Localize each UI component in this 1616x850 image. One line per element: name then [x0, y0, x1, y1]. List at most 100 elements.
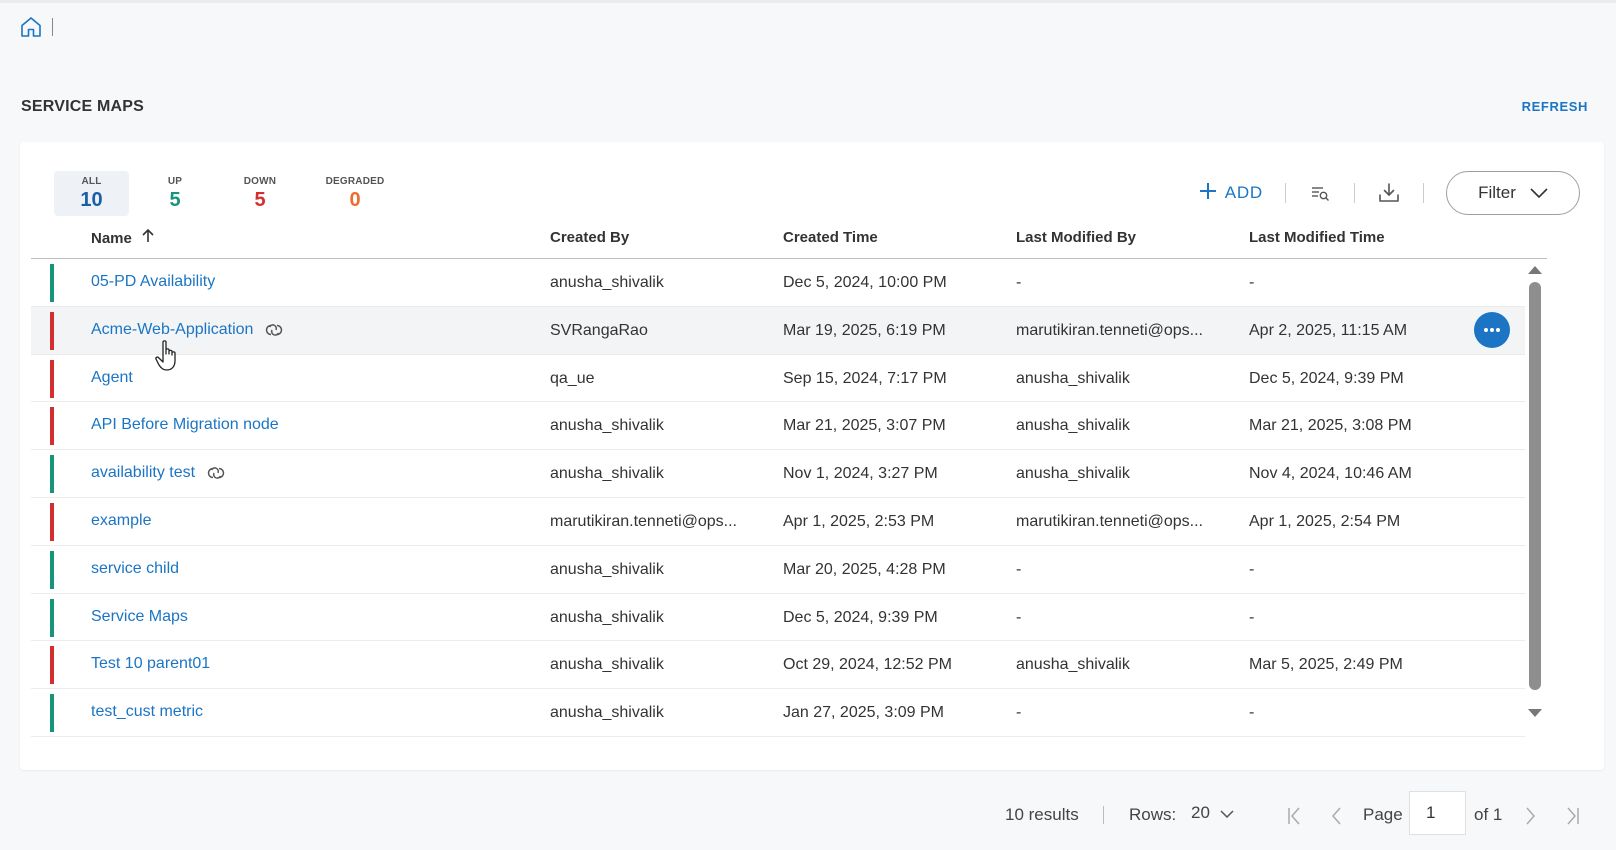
stat-down-count: 5	[254, 189, 266, 211]
last-modified-by-cell: marutikiran.tenneti@ops...	[1016, 512, 1203, 530]
last-modified-time-cell: Mar 5, 2025, 2:49 PM	[1249, 656, 1403, 674]
table-body: 05-PD Availability anusha_shivalik Dec 5, …	[31, 259, 1525, 737]
last-modified-by-cell: anusha_shivalik	[1016, 656, 1130, 674]
stat-degraded[interactable]: DEGRADED 0	[320, 171, 390, 216]
table-row[interactable]: Acme-Web-Application SVRangaRao Mar 19, 20…	[31, 306, 1525, 355]
service-map-name: Acme-Web-Application	[91, 320, 254, 338]
created-time-cell: Jan 27, 2025, 3:09 PM	[783, 704, 944, 722]
scroll-up-arrow[interactable]	[1528, 266, 1542, 274]
filter-button[interactable]: Filter	[1446, 171, 1580, 215]
last-modified-time-cell: -	[1249, 274, 1255, 291]
previous-page-icon[interactable]	[1327, 806, 1347, 826]
last-modified-by-cell: anusha_shivalik	[1016, 369, 1130, 387]
created-by-cell: anusha_shivalik	[550, 465, 664, 483]
table-row[interactable]: service child anusha_shivalik Mar 20, 2025…	[31, 546, 1525, 594]
page-label: Page	[1363, 805, 1403, 824]
table-row[interactable]: Agent qa_ue Sep 15, 2024, 7:17 PM anusha_sh…	[31, 355, 1525, 403]
toolbar-divider	[1285, 183, 1286, 203]
service-map-name-link[interactable]: test_cust metric	[91, 703, 203, 721]
service-map-name-link[interactable]: 05-PD Availability	[91, 273, 215, 291]
created-time-cell: Oct 29, 2024, 12:52 PM	[783, 656, 952, 674]
stat-down[interactable]: DOWN 5	[235, 171, 285, 216]
table-row[interactable]: Service Maps anusha_shivalik Dec 5, 2024, …	[31, 594, 1525, 642]
page-total-label: of 1	[1474, 805, 1503, 824]
stat-degraded-label: DEGRADED	[325, 176, 385, 187]
created-time-cell: Sep 15, 2024, 7:17 PM	[783, 369, 947, 387]
sort-ascending-icon	[142, 228, 154, 247]
add-label: ADD	[1224, 183, 1263, 202]
table-row[interactable]: test_cust metric anusha_shivalik Jan 27, 2…	[31, 689, 1525, 737]
toolbar-divider	[1354, 183, 1355, 203]
column-header-created-by[interactable]: Created By	[550, 229, 629, 246]
status-indicator-down	[50, 311, 54, 350]
table-row[interactable]: Test 10 parent01 anusha_shivalik Oct 29, 2…	[31, 641, 1525, 690]
created-by-cell: anusha_shivalik	[550, 704, 664, 722]
column-header-created-time[interactable]: Created Time	[783, 229, 878, 246]
last-modified-time-cell: Mar 21, 2025, 3:08 PM	[1249, 417, 1412, 435]
service-map-name-link[interactable]: service child	[91, 560, 179, 578]
plus-icon	[1199, 182, 1217, 205]
service-maps-card: ALL 10 UP 5 DOWN 5 DEGRADED 0 ADD Filter…	[20, 142, 1604, 770]
scrollbar-thumb[interactable]	[1529, 282, 1541, 690]
service-map-name: API Before Migration node	[91, 416, 279, 434]
page-number-input[interactable]	[1409, 791, 1466, 835]
chevron-down-icon	[1530, 183, 1548, 203]
column-header-name[interactable]: Name	[91, 228, 154, 247]
last-modified-by-cell: -	[1016, 608, 1022, 626]
status-indicator-up	[50, 264, 54, 302]
search-list-icon[interactable]	[1308, 181, 1332, 205]
service-map-name-link[interactable]: API Before Migration node	[91, 416, 279, 434]
filter-label: Filter	[1478, 183, 1516, 202]
download-icon[interactable]	[1377, 181, 1401, 205]
status-indicator-up	[50, 598, 54, 637]
service-map-name-link[interactable]: Agent	[91, 369, 133, 387]
more-icon[interactable]	[1474, 311, 1510, 348]
created-by-cell: marutikiran.tenneti@ops...	[550, 512, 737, 530]
results-count: 10 results	[1005, 805, 1079, 824]
last-modified-by-cell: -	[1016, 704, 1022, 722]
column-header-last-modified-time[interactable]: Last Modified Time	[1249, 229, 1385, 246]
service-map-name-link[interactable]: example	[91, 512, 151, 530]
table-row[interactable]: availability test anusha_shivalik Nov 1, 2…	[31, 450, 1525, 498]
last-page-icon[interactable]	[1562, 806, 1582, 826]
service-map-name-link[interactable]: availability test	[91, 464, 227, 482]
service-map-name: Agent	[91, 368, 133, 386]
stat-up[interactable]: UP 5	[155, 171, 195, 216]
service-map-name-link[interactable]: Test 10 parent01	[91, 655, 210, 673]
top-bar	[0, 0, 1616, 48]
table-row[interactable]: API Before Migration node anusha_shivalik…	[31, 402, 1525, 451]
stat-all[interactable]: ALL 10	[54, 171, 129, 216]
status-indicator-up	[50, 550, 54, 589]
status-indicator-down	[50, 502, 54, 541]
last-modified-time-cell: Apr 2, 2025, 11:15 AM	[1249, 321, 1408, 339]
service-map-name: test_cust metric	[91, 703, 204, 721]
stat-degraded-count: 0	[349, 189, 361, 211]
first-page-icon[interactable]	[1285, 806, 1305, 826]
home-icon[interactable]	[19, 15, 43, 39]
refresh-button[interactable]: REFRESH	[1522, 99, 1588, 114]
last-modified-by-cell: marutikiran.tenneti@ops...	[1016, 321, 1203, 339]
table-row[interactable]: example marutikiran.tenneti@ops... Apr 1, …	[31, 498, 1525, 546]
status-indicator-down	[50, 646, 54, 685]
add-button[interactable]: ADD	[1199, 182, 1263, 205]
last-modified-by-cell: -	[1016, 560, 1022, 578]
rows-per-page-select[interactable]: 20	[1191, 803, 1234, 823]
next-page-icon[interactable]	[1520, 806, 1540, 826]
created-by-cell: anusha_shivalik	[550, 608, 664, 626]
service-map-name-link[interactable]: Service Maps	[91, 608, 188, 626]
last-modified-by-cell: -	[1016, 274, 1022, 291]
created-by-cell: anusha_shivalik	[550, 274, 664, 291]
status-indicator-up	[50, 455, 54, 494]
service-map-name: example	[91, 511, 152, 529]
created-time-cell: Apr 1, 2025, 2:53 PM	[783, 512, 935, 530]
stat-down-label: DOWN	[243, 176, 277, 187]
table-row[interactable]: 05-PD Availability anusha_shivalik Dec 5, …	[31, 259, 1525, 307]
column-header-name-label: Name	[91, 229, 132, 247]
last-modified-time-cell: Nov 4, 2024, 10:46 AM	[1249, 465, 1412, 483]
scroll-down-arrow[interactable]	[1528, 709, 1542, 717]
column-header-last-modified-by[interactable]: Last Modified By	[1016, 229, 1136, 246]
last-modified-time-cell: Dec 5, 2024, 9:39 PM	[1249, 369, 1404, 387]
last-modified-time-cell: -	[1249, 704, 1255, 722]
breadcrumb-separator	[52, 18, 53, 36]
service-map-name-link[interactable]: Acme-Web-Application	[91, 321, 285, 339]
